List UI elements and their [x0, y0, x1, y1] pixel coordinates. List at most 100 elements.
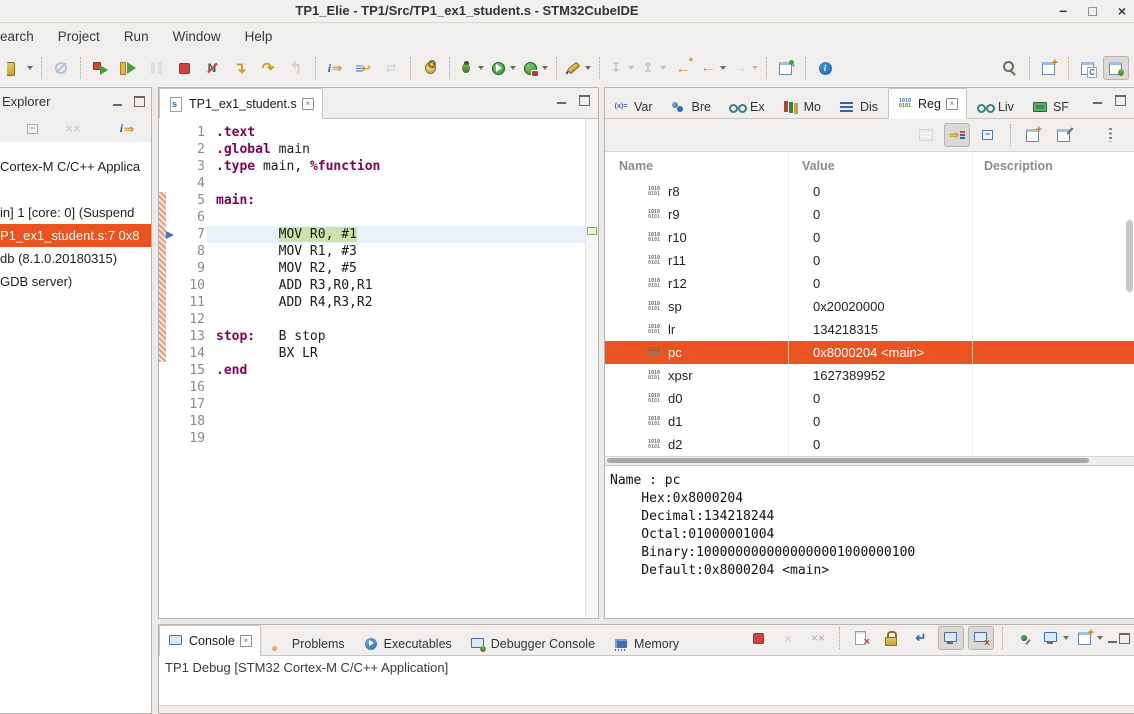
- collapse-all-button[interactable]: [20, 117, 46, 141]
- register-row[interactable]: r110: [605, 249, 1134, 272]
- dropdown-chevron-icon[interactable]: [660, 66, 666, 70]
- dropdown-chevron-icon[interactable]: [628, 66, 634, 70]
- register-row[interactable]: r100: [605, 226, 1134, 249]
- dropdown-chevron-icon[interactable]: [720, 66, 726, 70]
- remove-all-launches-button[interactable]: ××: [805, 626, 831, 650]
- horizontal-scrollbar[interactable]: [605, 456, 1134, 465]
- register-row[interactable]: d20: [605, 433, 1134, 456]
- console-tab-memory[interactable]: Memory: [605, 632, 687, 655]
- scroll-lock-button[interactable]: [878, 626, 904, 650]
- annotation-gutter[interactable]: [166, 396, 181, 413]
- debug-tree-item[interactable]: P1_ex1_student.s:7 0x8: [0, 224, 151, 247]
- annotation-gutter[interactable]: [166, 345, 181, 362]
- view-tab-mo[interactable]: Mo: [775, 95, 829, 118]
- menu-item-help[interactable]: Help: [245, 29, 273, 44]
- annotation-gutter[interactable]: [166, 124, 181, 141]
- view-tab-reg[interactable]: Reg×: [888, 88, 967, 119]
- maximize-window-icon[interactable]: □: [1088, 4, 1096, 18]
- pin-editor-button[interactable]: [773, 56, 799, 80]
- annotation-gutter[interactable]: [166, 277, 181, 294]
- back-button[interactable]: ←: [698, 56, 728, 80]
- minimize-view-icon[interactable]: [1093, 102, 1102, 104]
- register-row[interactable]: sp0x20020000: [605, 295, 1134, 318]
- dropdown-chevron-icon[interactable]: [585, 66, 591, 70]
- dropdown-chevron-icon[interactable]: [752, 66, 758, 70]
- display-console-button[interactable]: [1041, 626, 1071, 650]
- scrollbar-thumb[interactable]: [607, 458, 1089, 463]
- resume-button[interactable]: [115, 56, 141, 80]
- annotation-gutter[interactable]: [166, 413, 181, 430]
- debug-view-title[interactable]: Explorer: [2, 94, 101, 109]
- close-window-icon[interactable]: ×: [1118, 4, 1126, 18]
- close-tab-icon[interactable]: ×: [302, 98, 314, 110]
- register-row[interactable]: d00: [605, 387, 1134, 410]
- maximize-view-icon[interactable]: [579, 95, 590, 106]
- download-button[interactable]: ↧: [606, 56, 636, 80]
- new-register-group-button[interactable]: [1020, 123, 1046, 147]
- cpp-perspective-button[interactable]: [1075, 56, 1101, 80]
- vertical-scrollbar-thumb[interactable]: [1126, 220, 1133, 292]
- last-edit-location-button[interactable]: ←: [670, 56, 696, 80]
- code-editor[interactable]: 1.text2.global main3.type main, %functio…: [159, 119, 598, 618]
- annotation-gutter[interactable]: [166, 260, 181, 277]
- annotation-gutter[interactable]: [166, 243, 181, 260]
- edit-register-group-button[interactable]: [1051, 123, 1077, 147]
- view-tab-bre[interactable]: Bre: [663, 95, 719, 118]
- forward-button[interactable]: →: [730, 56, 760, 80]
- register-row[interactable]: xpsr1627389952: [605, 364, 1134, 387]
- registers-table[interactable]: r80r90r100r110r120sp0x20020000lr13421831…: [605, 180, 1134, 456]
- annotation-gutter[interactable]: [166, 175, 181, 192]
- close-view-icon[interactable]: ×: [240, 635, 252, 647]
- terminate-console-button[interactable]: [745, 626, 771, 650]
- register-row[interactable]: d10: [605, 410, 1134, 433]
- drop-to-frame-button[interactable]: [350, 56, 376, 80]
- run-button[interactable]: [488, 56, 518, 80]
- instruction-stepping-button[interactable]: [114, 117, 140, 141]
- dropdown-chevron-icon[interactable]: [542, 66, 548, 70]
- menu-item-earch[interactable]: earch: [0, 29, 34, 44]
- annotation-gutter[interactable]: [166, 192, 181, 209]
- dropdown-chevron-icon[interactable]: [27, 66, 33, 70]
- skip-all-breakpoints-button[interactable]: [48, 56, 74, 80]
- pin-console-button[interactable]: [1011, 626, 1037, 650]
- debug-tree-item[interactable]: [0, 178, 151, 201]
- step-filters-button[interactable]: ⇄: [378, 56, 404, 80]
- menu-item-window[interactable]: Window: [173, 29, 221, 44]
- view-tab-dis[interactable]: Dis: [831, 95, 886, 118]
- maximize-view-icon[interactable]: [1119, 633, 1130, 644]
- console-tab-problems[interactable]: Problems: [263, 632, 353, 655]
- step-into-button[interactable]: ↴: [227, 56, 253, 80]
- show-stderr-button[interactable]: [968, 626, 994, 650]
- step-over-button[interactable]: ↷: [255, 56, 281, 80]
- view-tab-sf[interactable]: SF: [1024, 95, 1077, 118]
- register-row[interactable]: pc0x8000204 <main>: [605, 341, 1134, 364]
- layout-tree-button[interactable]: [944, 123, 970, 147]
- dropdown-chevron-icon[interactable]: [478, 66, 484, 70]
- console-body[interactable]: TP1 Debug [STM32 Cortex-M C/C++ Applicat…: [159, 656, 1134, 713]
- maximize-view-icon[interactable]: [1115, 95, 1126, 106]
- profile-button[interactable]: [417, 56, 443, 80]
- external-tools-button[interactable]: [520, 56, 550, 80]
- dropdown-chevron-icon[interactable]: [1063, 636, 1069, 640]
- register-row[interactable]: r120: [605, 272, 1134, 295]
- search-button[interactable]: [997, 56, 1023, 80]
- current-line-marker[interactable]: [587, 227, 597, 235]
- debug-tree-item[interactable]: GDB server): [0, 270, 151, 293]
- annotation-gutter[interactable]: [166, 430, 181, 447]
- annotation-gutter[interactable]: [166, 294, 181, 311]
- console-tab-debugger-console[interactable]: Debugger Console: [462, 632, 603, 655]
- debug-perspective-button[interactable]: [1103, 56, 1129, 80]
- column-header-description[interactable]: Description: [972, 152, 1134, 180]
- view-tab-var[interactable]: Var: [605, 95, 661, 118]
- restart-button[interactable]: [87, 56, 113, 80]
- terminate-button[interactable]: [171, 56, 197, 80]
- remove-launch-button[interactable]: ×: [775, 626, 801, 650]
- menu-item-project[interactable]: Project: [58, 29, 100, 44]
- maximize-view-icon[interactable]: [134, 96, 145, 107]
- dropdown-chevron-icon[interactable]: [1097, 636, 1103, 640]
- show-stdout-button[interactable]: [938, 626, 964, 650]
- view-menu-button[interactable]: [1097, 123, 1123, 147]
- minimize-view-icon[interactable]: [557, 102, 566, 104]
- view-tab-ex[interactable]: Ex: [721, 95, 773, 118]
- annotation-gutter[interactable]: [166, 158, 181, 175]
